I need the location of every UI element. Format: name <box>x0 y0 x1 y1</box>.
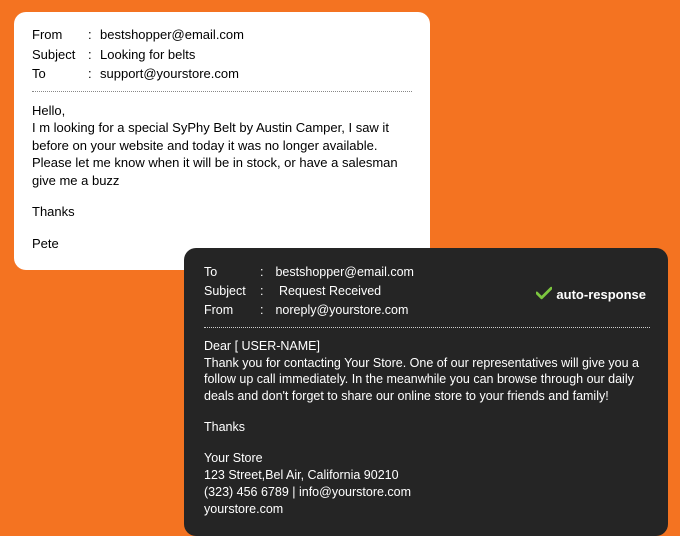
to-row: To : bestshopper@email.com <box>204 264 650 281</box>
check-icon <box>536 286 552 303</box>
from-row: From : noreply@yourstore.com <box>204 302 650 319</box>
thanks: Thanks <box>32 203 412 221</box>
to-label: To <box>32 65 88 83</box>
sep: : <box>88 65 100 83</box>
body-text: Thank you for contacting Your Store. One… <box>204 355 650 406</box>
divider <box>32 91 412 92</box>
thanks: Thanks <box>204 419 650 436</box>
sep: : <box>88 46 100 64</box>
from-label: From <box>204 302 260 319</box>
to-label: To <box>204 264 260 281</box>
sep: : <box>88 26 100 44</box>
from-label: From <box>32 26 88 44</box>
email-body: Hello, I m looking for a special SyPhy B… <box>32 102 412 253</box>
store-address: 123 Street,Bel Air, California 90210 <box>204 467 650 484</box>
to-row: To : support@yourstore.com <box>32 65 412 83</box>
auto-response-badge: auto-response <box>536 286 646 303</box>
body-text: I m looking for a special SyPhy Belt by … <box>32 119 412 189</box>
response-header: To : bestshopper@email.com Subject : Req… <box>204 264 650 319</box>
greeting: Hello, <box>32 102 412 120</box>
store-site: yourstore.com <box>204 501 650 518</box>
subject-value: Request Received <box>279 284 381 298</box>
divider <box>204 327 650 328</box>
from-value: noreply@yourstore.com <box>275 303 408 317</box>
sep: : <box>260 302 272 319</box>
subject-row: Subject : Looking for belts <box>32 46 412 64</box>
subject-label: Subject <box>204 283 260 300</box>
from-value: bestshopper@email.com <box>100 26 244 44</box>
greeting: Dear [ USER-NAME] <box>204 338 650 355</box>
incoming-email-card: From : bestshopper@email.com Subject : L… <box>14 12 430 270</box>
auto-response-card: To : bestshopper@email.com Subject : Req… <box>184 248 668 536</box>
to-value: bestshopper@email.com <box>275 265 413 279</box>
store-contact: (323) 456 6789 | info@yourstore.com <box>204 484 650 501</box>
store-name: Your Store <box>204 450 650 467</box>
sep: : <box>260 264 272 281</box>
to-value: support@yourstore.com <box>100 65 239 83</box>
auto-response-label: auto-response <box>556 287 646 302</box>
response-body: Dear [ USER-NAME] Thank you for contacti… <box>204 338 650 518</box>
subject-value: Looking for belts <box>100 46 195 64</box>
subject-label: Subject <box>32 46 88 64</box>
sep: : <box>260 283 272 300</box>
from-row: From : bestshopper@email.com <box>32 26 412 44</box>
